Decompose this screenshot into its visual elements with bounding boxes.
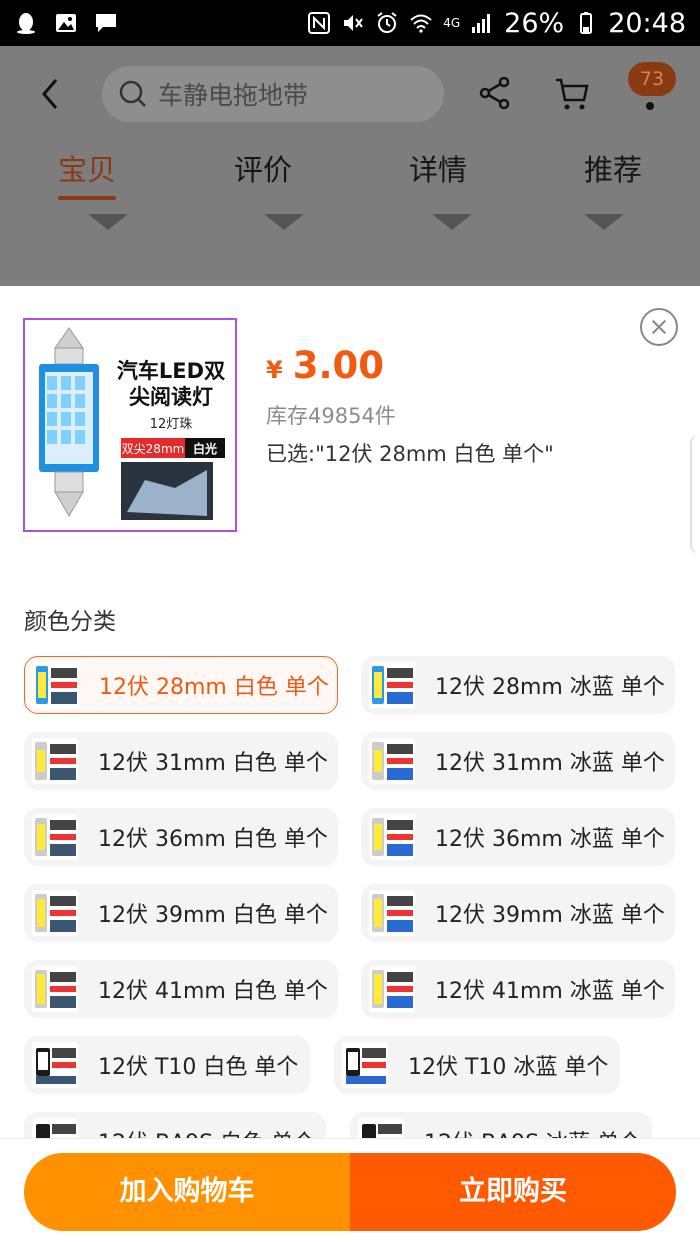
nfc-icon xyxy=(308,12,331,34)
clock: 20:48 xyxy=(608,7,686,39)
variant-option[interactable]: 12伏 39mm 冰蓝 单个 xyxy=(361,884,675,942)
network-type: 4G xyxy=(443,16,461,30)
variant-option[interactable]: 12伏 T10 冰蓝 单个 xyxy=(334,1036,620,1094)
sku-selector-sheet: 汽车LED双 尖阅读灯 12灯珠 双尖28mm 白光 ¥ 3.00 库存4985… xyxy=(0,286,700,1244)
scroll-edge xyxy=(690,434,700,554)
stock-count: 库存49854件 xyxy=(266,404,396,428)
tab-recommend[interactable]: 推荐 xyxy=(584,146,642,206)
variant-option[interactable]: 12伏 T10 白色 单个 xyxy=(24,1036,310,1094)
wifi-icon xyxy=(410,14,432,33)
variant-thumbnail xyxy=(33,662,79,708)
signal-icon xyxy=(472,14,491,33)
variant-thumbnail xyxy=(369,662,415,708)
image-title-1: 汽车LED双 xyxy=(117,359,225,383)
product-image-art: 汽车LED双 尖阅读灯 12灯珠 双尖28mm 白光 xyxy=(25,320,235,530)
background-decor xyxy=(88,214,624,230)
back-arrow-icon[interactable] xyxy=(36,76,66,112)
variant-label: 12伏 39mm 冰蓝 单个 xyxy=(435,903,665,928)
variant-thumbnail xyxy=(32,814,78,860)
variant-option[interactable]: 12伏 31mm 冰蓝 单个 xyxy=(361,732,675,790)
qq-notification-icon xyxy=(17,13,35,34)
variant-thumbnail xyxy=(369,814,415,860)
variant-thumbnail xyxy=(369,890,415,936)
tab-details[interactable]: 详情 xyxy=(409,146,467,206)
cart-count-badge: 73 xyxy=(628,62,676,96)
variant-label: 12伏 31mm 白色 单个 xyxy=(98,751,328,776)
variant-label: 12伏 28mm 白色 单个 xyxy=(99,675,329,700)
variant-option[interactable]: 12伏 36mm 冰蓝 单个 xyxy=(361,808,675,866)
gallery-notification-icon xyxy=(56,14,76,32)
variant-option[interactable]: 12伏 39mm 白色 单个 xyxy=(24,884,338,942)
search-icon xyxy=(119,80,146,107)
battery-icon xyxy=(580,12,593,34)
variant-thumbnail xyxy=(32,966,78,1012)
mute-icon xyxy=(344,15,364,31)
variant-option[interactable]: 12伏 28mm 白色 单个 xyxy=(24,656,338,714)
action-bar: 加入购物车 立即购买 xyxy=(0,1138,700,1244)
variant-label: 12伏 28mm 冰蓝 单个 xyxy=(435,675,665,700)
variant-label: 12伏 31mm 冰蓝 单个 xyxy=(435,751,665,776)
buy-now-button[interactable]: 立即购买 xyxy=(350,1153,676,1231)
page-overlay[interactable]: 车静电拖地带 73 宝贝 评价 详情 推荐 xyxy=(0,46,700,286)
variant-label: 12伏 41mm 冰蓝 单个 xyxy=(435,979,665,1004)
search-placeholder: 车静电拖地带 xyxy=(158,81,309,110)
image-sub: 12灯珠 xyxy=(150,417,193,432)
selected-variant: 已选:"12伏 28mm 白色 单个" xyxy=(266,442,554,466)
image-title-2: 尖阅读灯 xyxy=(129,385,213,409)
battery-percent: 26% xyxy=(504,7,565,39)
currency-symbol: ¥ xyxy=(266,356,283,384)
variant-thumbnail xyxy=(32,738,78,784)
variant-thumbnail xyxy=(342,1042,388,1088)
more-dot-icon[interactable] xyxy=(646,102,654,110)
price: ¥ 3.00 xyxy=(266,344,384,387)
variant-label: 12伏 36mm 白色 单个 xyxy=(98,827,328,852)
product-image[interactable]: 汽车LED双 尖阅读灯 12灯珠 双尖28mm 白光 xyxy=(23,318,237,532)
variant-thumbnail xyxy=(32,890,78,936)
variant-thumbnail xyxy=(32,1042,78,1088)
price-value: 3.00 xyxy=(292,344,384,387)
variant-label: 12伏 36mm 冰蓝 单个 xyxy=(435,827,665,852)
variant-option[interactable]: 12伏 28mm 冰蓝 单个 xyxy=(361,656,675,714)
section-title: 颜色分类 xyxy=(24,609,116,635)
variant-thumbnail xyxy=(369,966,415,1012)
variant-options: 12伏 28mm 白色 单个 12伏 28mm 冰蓝 单个 12伏 31mm 白… xyxy=(0,656,700,1170)
variant-thumbnail xyxy=(369,738,415,784)
top-nav: 车静电拖地带 73 xyxy=(0,46,700,142)
tab-bar: 宝贝 评价 详情 推荐 xyxy=(0,146,700,206)
cart-icon[interactable] xyxy=(554,76,590,112)
close-button[interactable] xyxy=(640,308,678,346)
search-input[interactable]: 车静电拖地带 xyxy=(102,66,444,122)
variant-option[interactable]: 12伏 36mm 白色 单个 xyxy=(24,808,338,866)
tab-reviews[interactable]: 评价 xyxy=(234,146,292,206)
status-bar: 4G 26% 20:48 xyxy=(0,0,700,46)
variant-label: 12伏 T10 冰蓝 单个 xyxy=(408,1055,609,1080)
message-notification-icon xyxy=(96,14,116,32)
variant-label: 12伏 41mm 白色 单个 xyxy=(98,979,328,1004)
image-tag-2: 白光 xyxy=(193,441,217,456)
alarm-icon xyxy=(377,12,397,33)
share-icon[interactable] xyxy=(478,76,512,110)
variant-option[interactable]: 12伏 41mm 冰蓝 单个 xyxy=(361,960,675,1018)
tab-active-indicator xyxy=(58,196,116,200)
variant-label: 12伏 39mm 白色 单个 xyxy=(98,903,328,928)
variant-label: 12伏 T10 白色 单个 xyxy=(98,1055,299,1080)
image-tag-1: 双尖28mm xyxy=(122,442,185,456)
variant-option[interactable]: 12伏 31mm 白色 单个 xyxy=(24,732,338,790)
variant-option[interactable]: 12伏 41mm 白色 单个 xyxy=(24,960,338,1018)
add-to-cart-button[interactable]: 加入购物车 xyxy=(24,1153,350,1231)
